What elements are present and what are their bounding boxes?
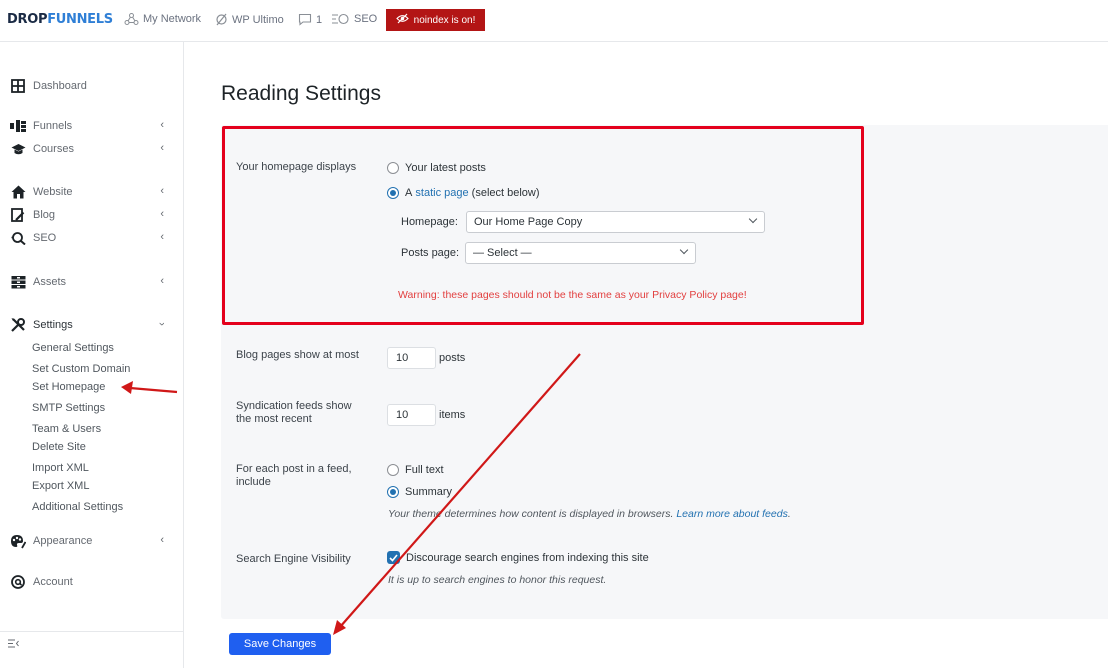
static-page-link[interactable]: static page (415, 187, 468, 199)
chevron-left-icon: ‹ (160, 142, 164, 154)
discourage-search-checkbox[interactable] (387, 551, 400, 564)
dashboard-icon (10, 78, 26, 94)
sidebar-sub-export-xml[interactable]: Export XML (32, 480, 89, 492)
search-visibility-label: Search Engine Visibility (236, 553, 351, 565)
chevron-left-icon: ‹ (160, 208, 164, 220)
full-text-radio[interactable] (387, 464, 399, 476)
admin-top-bar: DROPFUNNELS My Network WP Ultimo 1 SEO n… (0, 0, 1108, 42)
palette-icon (10, 533, 26, 549)
chevron-left-icon: ‹ (160, 119, 164, 131)
sidebar-sub-additional-settings[interactable]: Additional Settings (32, 501, 123, 513)
chevron-left-icon: ‹ (160, 231, 164, 243)
discourage-search-option[interactable]: Discourage search engines from indexing … (387, 551, 649, 564)
save-changes-button[interactable]: Save Changes (229, 633, 331, 655)
seo-icon (331, 13, 350, 25)
network-icon (124, 13, 139, 25)
posts-page-select-label: Posts page: (401, 247, 460, 259)
sidebar-sub-import-xml[interactable]: Import XML (32, 462, 89, 474)
dropfunnels-logo[interactable]: DROPFUNNELS (7, 12, 113, 27)
posts-page-select[interactable]: — Select — (465, 242, 696, 264)
tools-icon (10, 317, 26, 333)
privacy-policy-warning: Warning: these pages should not be the s… (398, 289, 747, 301)
learn-more-feeds-link[interactable]: Learn more about feeds (676, 508, 788, 520)
wp-ultimo-menu[interactable]: WP Ultimo (215, 13, 284, 26)
blog-pages-unit: posts (439, 352, 466, 364)
account-icon (10, 574, 26, 590)
sidebar-sub-set-custom-domain[interactable]: Set Custom Domain (32, 363, 130, 375)
sidebar-sub-smtp-settings[interactable]: SMTP Settings (32, 402, 105, 414)
graduation-cap-icon (10, 141, 26, 157)
feed-content-label: For each post in a feed, include (236, 463, 352, 488)
syndication-input[interactable]: 10 (387, 404, 436, 426)
sidebar-item-settings[interactable]: Settings ‹ (10, 316, 170, 334)
sidebar-sub-delete-site[interactable]: Delete Site (32, 441, 86, 453)
blog-pages-label: Blog pages show at most (236, 349, 359, 361)
latest-posts-radio[interactable] (387, 162, 399, 174)
sidebar-sub-team-users[interactable]: Team & Users (32, 423, 101, 435)
sidebar-divider (0, 631, 184, 632)
sidebar-item-dashboard[interactable]: Dashboard (10, 77, 170, 95)
home-icon (10, 184, 26, 200)
comment-icon (298, 13, 312, 26)
sidebar-item-courses[interactable]: Courses ‹ (10, 140, 170, 158)
sidebar-item-appearance[interactable]: Appearance ‹ (10, 532, 170, 550)
collapse-menu-icon[interactable] (8, 639, 19, 651)
seo-search-icon (10, 230, 26, 246)
full-text-option[interactable]: Full text (387, 464, 444, 476)
syndication-unit: items (439, 409, 466, 421)
blog-icon (10, 207, 26, 223)
summary-radio[interactable] (387, 486, 399, 498)
static-page-radio[interactable] (387, 187, 399, 199)
summary-option[interactable]: Summary (387, 486, 452, 498)
sidebar-sub-general-settings[interactable]: General Settings (32, 342, 114, 354)
sidebar-item-blog[interactable]: Blog ‹ (10, 206, 170, 224)
funnels-icon (10, 118, 26, 134)
chevron-left-icon: ‹ (160, 185, 164, 197)
eye-slash-icon (395, 13, 409, 27)
page-title: Reading Settings (221, 82, 381, 105)
chevron-down-icon (748, 214, 758, 224)
static-page-option[interactable]: A static page (select below) (387, 187, 540, 199)
blog-pages-input[interactable]: 10 (387, 347, 436, 369)
sidebar-sub-set-homepage[interactable]: Set Homepage (32, 381, 105, 393)
sidebar-item-assets[interactable]: Assets ‹ (10, 273, 170, 291)
sidebar-item-funnels[interactable]: Funnels ‹ (10, 117, 170, 135)
latest-posts-option[interactable]: Your latest posts (387, 162, 486, 174)
discourage-description: It is up to search engines to honor this… (388, 574, 607, 586)
sidebar: Dashboard Funnels ‹ Courses ‹ Website ‹ … (0, 42, 184, 668)
noindex-warning-badge[interactable]: noindex is on! (386, 9, 485, 31)
homepage-select[interactable]: Our Home Page Copy (466, 211, 765, 233)
my-network-menu[interactable]: My Network (124, 13, 201, 25)
chevron-down-icon: ‹ (156, 322, 169, 326)
sidebar-item-website[interactable]: Website ‹ (10, 183, 170, 201)
wp-ultimo-icon (215, 13, 228, 26)
chevron-down-icon (679, 245, 689, 255)
chevron-left-icon: ‹ (160, 275, 164, 287)
assets-icon (10, 274, 26, 290)
feed-description: Your theme determines how content is dis… (388, 508, 791, 520)
seo-menu[interactable]: SEO (331, 13, 377, 25)
sidebar-item-seo[interactable]: SEO ‹ (10, 229, 170, 247)
syndication-label: Syndication feeds show the most recent (236, 400, 352, 425)
settings-panel (221, 125, 1108, 619)
chevron-left-icon: ‹ (160, 534, 164, 546)
homepage-displays-label: Your homepage displays (236, 161, 357, 173)
comments-menu[interactable]: 1 (298, 13, 322, 26)
sidebar-item-account[interactable]: Account (10, 573, 170, 591)
homepage-select-label: Homepage: (401, 216, 458, 228)
